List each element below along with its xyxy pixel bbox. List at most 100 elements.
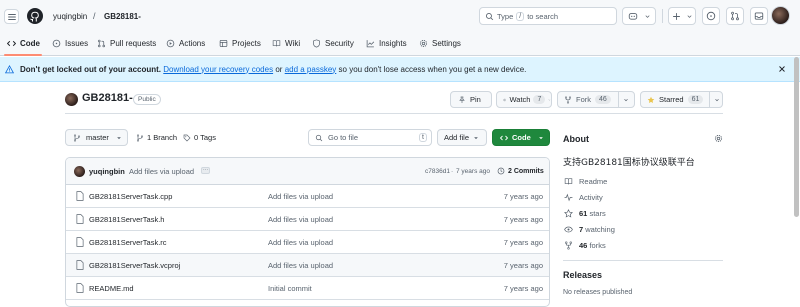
- commit-message[interactable]: Add files via upload: [129, 167, 194, 176]
- fork-button[interactable]: Fork 46: [557, 91, 635, 108]
- title-divider: [65, 113, 723, 114]
- triangle-down-icon: [117, 136, 121, 139]
- recovery-codes-link[interactable]: Download your recovery codes: [163, 65, 273, 74]
- tab-settings[interactable]: Settings: [419, 36, 461, 50]
- gear-icon[interactable]: [714, 134, 723, 143]
- breadcrumb-owner[interactable]: yuqingbin: [53, 12, 87, 21]
- tags-link[interactable]: 0 Tags: [183, 133, 216, 142]
- go-to-file-placeholder: Go to file: [328, 133, 359, 142]
- pull-request-icon: [97, 39, 106, 47]
- file-icon: [76, 214, 84, 224]
- search-input[interactable]: Type / to search: [479, 7, 617, 25]
- commit-details-toggle[interactable]: ···: [201, 167, 210, 174]
- copilot-icon: [628, 13, 637, 20]
- file-icon: [76, 191, 84, 201]
- file-name[interactable]: GB28181ServerTask.vcproj: [89, 261, 180, 270]
- go-to-file-input[interactable]: Go to file t: [308, 129, 432, 146]
- file-commit-message[interactable]: Initial commit: [268, 284, 312, 293]
- file-table: yuqingbin Add files via upload ··· c7836…: [65, 157, 550, 307]
- tab-security[interactable]: Security: [312, 36, 354, 50]
- tab-label: Projects: [232, 38, 261, 48]
- star-icon: [564, 209, 573, 218]
- file-name[interactable]: README.md: [89, 284, 134, 293]
- starred-button[interactable]: Starred 61: [640, 91, 723, 108]
- add-file-label: Add file: [444, 133, 470, 142]
- releases-heading[interactable]: Releases: [563, 270, 602, 280]
- commit-author-avatar[interactable]: [74, 166, 85, 177]
- tab-label: Insights: [379, 38, 407, 48]
- commit-hash[interactable]: c7836d1: [425, 168, 450, 175]
- triangle-down-icon: [474, 136, 478, 139]
- branches-link[interactable]: 1 Branch: [136, 133, 177, 142]
- code-label: Code: [512, 133, 531, 142]
- star-split-divider: [709, 92, 711, 107]
- book-icon: [564, 178, 573, 185]
- tab-label: Settings: [432, 38, 461, 48]
- menu-button[interactable]: [4, 9, 19, 24]
- code-button[interactable]: Code: [492, 129, 550, 146]
- tags-count: 0 Tags: [194, 133, 216, 142]
- pin-button[interactable]: Pin: [450, 91, 492, 108]
- file-name[interactable]: GB28181ServerTask.rc: [89, 238, 167, 247]
- activity-link[interactable]: Activity: [564, 193, 603, 202]
- forks-number: 46: [579, 241, 588, 250]
- file-row[interactable]: GB28181ServerTask.cpp Add files via uplo…: [66, 185, 549, 208]
- file-name[interactable]: GB28181ServerTask.cpp: [89, 192, 172, 201]
- page-scrollbar[interactable]: [794, 57, 799, 217]
- fork-label: Fork: [576, 95, 591, 104]
- pull-requests-button[interactable]: [726, 7, 744, 25]
- git-pull-request-icon: [731, 11, 739, 21]
- add-file-button[interactable]: Add file: [437, 129, 487, 146]
- tab-pull-requests[interactable]: Pull requests: [97, 36, 156, 50]
- file-commit-time: 7 years ago: [503, 238, 543, 247]
- avatar[interactable]: [771, 6, 790, 25]
- tab-insights[interactable]: Insights: [366, 36, 407, 50]
- file-commit-message[interactable]: Add files via upload: [268, 215, 333, 224]
- tab-wiki[interactable]: Wiki: [272, 36, 300, 50]
- stars-link[interactable]: 61 stars: [564, 209, 606, 218]
- close-icon[interactable]: [778, 65, 786, 73]
- repo-forked-icon: [564, 95, 572, 104]
- tab-code[interactable]: Code: [7, 36, 40, 50]
- file-icon: [76, 237, 84, 247]
- copilot-button[interactable]: [622, 7, 656, 25]
- inbox-icon: [754, 12, 764, 20]
- file-row[interactable]: GB28181ServerTask.rc Add files via uploa…: [66, 231, 549, 254]
- file-row[interactable]: GB28181ServerTask.vcproj Add files via u…: [66, 254, 549, 277]
- issues-button[interactable]: [702, 7, 720, 25]
- tab-label: Security: [325, 38, 354, 48]
- repo-title[interactable]: GB28181-: [82, 92, 133, 104]
- add-passkey-link[interactable]: add a passkey: [285, 65, 337, 74]
- create-new-button[interactable]: [668, 7, 696, 25]
- tab-label: Actions: [179, 38, 206, 48]
- banner-rest-text: so you don't lose access when you get a …: [338, 64, 527, 74]
- branch-select-button[interactable]: master: [65, 129, 128, 146]
- file-row[interactable]: README.md Initial commit 7 years ago: [66, 277, 549, 300]
- file-commit-message[interactable]: Add files via upload: [268, 238, 333, 247]
- watch-button[interactable]: Watch 7: [496, 91, 552, 108]
- file-commit-message[interactable]: Add files via upload: [268, 261, 333, 270]
- git-branch-icon: [73, 133, 81, 142]
- file-commit-message[interactable]: Add files via upload: [268, 192, 333, 201]
- tab-actions[interactable]: Actions: [166, 36, 205, 50]
- table-icon: [219, 39, 228, 47]
- triangle-down-icon: [538, 136, 543, 139]
- about-heading: About: [563, 134, 589, 144]
- github-logo[interactable]: [27, 8, 43, 24]
- tab-issues[interactable]: Issues: [52, 36, 88, 50]
- commit-author[interactable]: yuqingbin: [89, 167, 125, 176]
- branches-count: 1 Branch: [147, 133, 178, 142]
- forks-link[interactable]: 46 forks: [564, 241, 606, 250]
- file-row[interactable]: GB28181ServerTask.h Add files via upload…: [66, 208, 549, 231]
- tab-projects[interactable]: Projects: [219, 36, 261, 50]
- file-name[interactable]: GB28181ServerTask.h: [89, 215, 164, 224]
- banner-text: Don't get locked out of your account. Do…: [20, 65, 526, 74]
- readme-link[interactable]: Readme: [564, 177, 607, 186]
- notifications-button[interactable]: [750, 7, 768, 25]
- play-icon: [166, 39, 175, 47]
- breadcrumb-repo[interactable]: GB28181-: [104, 12, 141, 21]
- star-count: 61: [687, 95, 704, 104]
- commits-link[interactable]: 2 Commits: [497, 167, 544, 175]
- repo-forked-icon: [565, 241, 572, 250]
- watching-link[interactable]: 7 watching: [564, 225, 615, 234]
